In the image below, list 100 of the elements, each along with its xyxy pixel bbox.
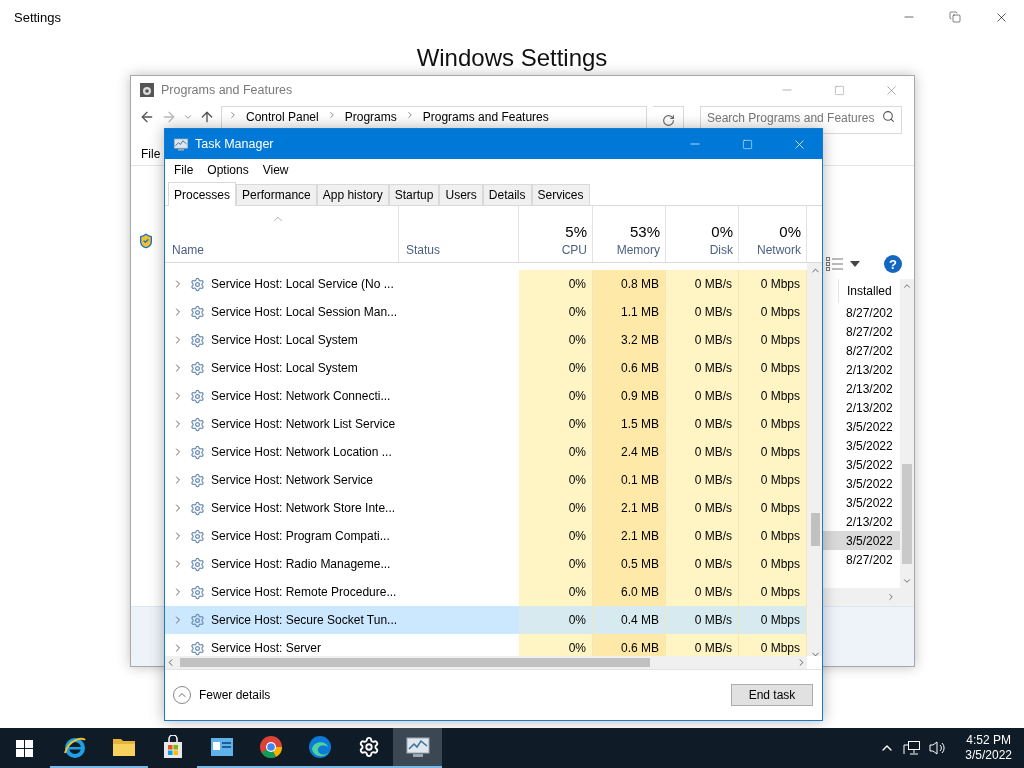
date-cell[interactable]: 3/5/2022 — [822, 474, 900, 493]
process-name: Service Host: Network Store Inte... — [211, 501, 396, 515]
gear-icon — [190, 276, 205, 292]
table-cell: 0 Mbps — [739, 634, 807, 656]
date-cell[interactable]: 8/27/202 — [822, 341, 900, 360]
menu-item[interactable]: View — [255, 160, 296, 180]
shield-icon — [138, 233, 154, 249]
menu-item[interactable]: File — [140, 143, 162, 164]
scroll-thumb[interactable] — [810, 513, 820, 546]
date-cell[interactable]: 8/27/202 — [822, 550, 900, 569]
tab[interactable]: Details — [482, 184, 532, 205]
menu-item[interactable]: Options — [200, 160, 256, 180]
column-header[interactable]: CPU — [561, 243, 587, 257]
fewer-details-button[interactable]: Fewer details — [173, 686, 271, 704]
help-button[interactable]: ? — [884, 255, 902, 273]
usage-percent: 0% — [779, 223, 801, 240]
maximize-icon — [741, 138, 753, 150]
process-name: Service Host: Network Service — [211, 473, 374, 487]
search-field[interactable]: Search Programs and Features — [700, 106, 902, 134]
wave-logo-icon — [307, 735, 332, 759]
breadcrumb-item[interactable]: Programs — [344, 110, 397, 124]
scroll-right-icon[interactable] — [886, 592, 896, 602]
breadcrumb-item[interactable]: Control Panel — [246, 110, 319, 124]
tab[interactable]: Users — [439, 184, 483, 205]
scrollbar[interactable] — [165, 656, 807, 669]
date-cell[interactable]: 2/13/202 — [822, 360, 900, 379]
date-cell[interactable]: 3/5/2022 — [822, 493, 900, 512]
usage-percent: 5% — [565, 223, 587, 240]
scroll-thumb[interactable] — [180, 658, 650, 667]
process-row[interactable]: Service Host: Radio Manageme... — [165, 550, 519, 578]
date-cell[interactable]: 2/13/202 — [822, 512, 900, 531]
date-cell[interactable]: 3/5/2022 — [822, 436, 900, 455]
process-row[interactable]: Service Host: Local Service (No ... — [165, 270, 519, 298]
volume-icon[interactable] — [929, 740, 948, 756]
clock[interactable]: 4:52 PM 3/5/2022 — [965, 733, 1012, 763]
process-row[interactable]: Service Host: Network Service — [165, 466, 519, 494]
monitor-chart-icon — [173, 136, 189, 152]
process-name: Service Host: Secure Socket Tun... — [211, 613, 398, 627]
process-row[interactable]: Service Host: Server — [165, 634, 519, 656]
column-header[interactable]: Network — [757, 243, 801, 257]
scrollbar[interactable] — [900, 279, 914, 588]
table-cell: 1.5 MB — [593, 410, 666, 438]
process-name: Service Host: Network Connecti... — [211, 389, 391, 403]
date-cell[interactable]: 8/27/202 — [822, 303, 900, 322]
process-row[interactable]: Service Host: Program Compati... — [165, 522, 519, 550]
browser-e-icon — [62, 735, 87, 759]
column-header[interactable]: Status — [406, 243, 441, 257]
scroll-down-icon[interactable] — [902, 576, 912, 586]
breadcrumb-item[interactable]: Programs and Features — [422, 110, 549, 124]
scrollbar[interactable] — [807, 263, 822, 656]
date-cell[interactable]: 3/5/2022 — [822, 417, 900, 436]
tab[interactable]: Processes — [168, 182, 237, 206]
gear-icon — [190, 416, 205, 432]
chevron-down-icon[interactable] — [183, 112, 193, 122]
process-row[interactable]: Service Host: Network Store Inte... — [165, 494, 519, 522]
window-app-icon — [209, 736, 234, 758]
process-row[interactable]: Service Host: Network Location ... — [165, 438, 519, 466]
scrollbar[interactable] — [822, 588, 914, 606]
scroll-thumb[interactable] — [902, 464, 912, 564]
process-row[interactable]: Service Host: Network Connecti... — [165, 382, 519, 410]
tab[interactable]: Performance — [236, 184, 317, 205]
process-row[interactable]: Service Host: Network List Service — [165, 410, 519, 438]
tab[interactable]: Services — [531, 184, 590, 205]
table-cell: 0 Mbps — [739, 298, 807, 326]
taskbar-button[interactable] — [393, 728, 442, 768]
column-header[interactable]: Disk — [709, 243, 733, 257]
process-row[interactable]: Service Host: Remote Procedure... — [165, 578, 519, 606]
process-row[interactable]: Service Host: Secure Socket Tun... — [165, 606, 519, 634]
date-cell[interactable]: 2/13/202 — [822, 398, 900, 417]
back-icon[interactable] — [139, 109, 155, 125]
tab[interactable]: App history — [316, 184, 389, 205]
date-cell[interactable]: 8/27/202 — [822, 322, 900, 341]
column-header[interactable]: Name — [172, 243, 204, 257]
date-cell[interactable]: 3/5/2022 — [822, 531, 900, 550]
end-task-button[interactable]: End task — [731, 684, 813, 706]
column-header[interactable]: Memory — [616, 243, 660, 257]
scroll-up-icon[interactable] — [902, 281, 912, 291]
table-cell: 0% — [519, 634, 593, 656]
page-heading: Windows Settings — [415, 44, 609, 72]
menu-item[interactable]: File — [167, 160, 201, 180]
tab[interactable]: Startup — [388, 184, 440, 205]
gear-icon — [357, 736, 380, 758]
refresh-icon — [661, 113, 675, 127]
process-row[interactable]: Service Host: Local Session Man... — [165, 298, 519, 326]
table-cell: 2.4 MB — [593, 438, 666, 466]
table-cell: 0 MB/s — [666, 634, 739, 656]
network-icon[interactable] — [903, 740, 922, 756]
table-cell: 0 MB/s — [666, 494, 739, 522]
process-row[interactable]: Service Host: Local System — [165, 354, 519, 382]
date-cell[interactable]: 3/5/2022 — [822, 455, 900, 474]
process-row[interactable]: Service Host: Local System — [165, 326, 519, 354]
caret-icon[interactable] — [850, 261, 860, 267]
date-cell[interactable]: 2/13/202 — [822, 379, 900, 398]
table-cell: 3.2 MB — [593, 326, 666, 354]
process-name: Service Host: Local System — [211, 333, 358, 347]
forward-icon[interactable] — [161, 109, 177, 125]
table-cell: 0 MB/s — [666, 270, 739, 298]
details-view-icon[interactable] — [826, 257, 844, 271]
up-icon[interactable] — [199, 109, 215, 125]
clock-time: 4:52 PM — [966, 733, 1011, 748]
